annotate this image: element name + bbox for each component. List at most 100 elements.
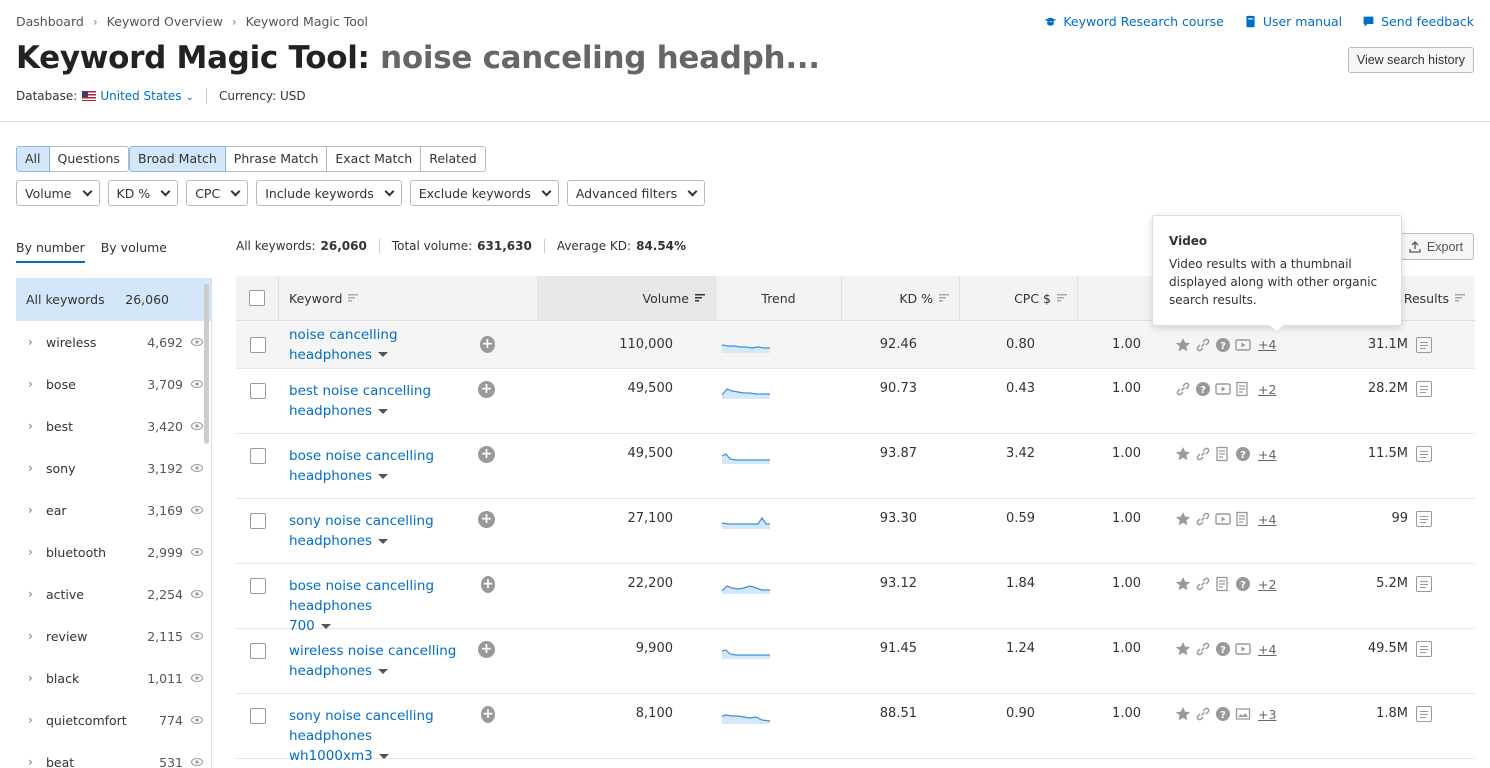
tab-phrase-match[interactable]: Phrase Match <box>224 146 328 172</box>
dropdown-caret-icon[interactable] <box>378 753 389 759</box>
link-icon[interactable] <box>1175 381 1191 397</box>
more-features-link[interactable]: +4 <box>1258 337 1276 352</box>
chevron-right-icon[interactable]: › <box>28 461 42 475</box>
chevron-right-icon[interactable]: › <box>28 713 42 727</box>
header-volume[interactable]: Volume <box>538 276 716 320</box>
user-manual-link[interactable]: User manual <box>1244 14 1342 29</box>
chevron-right-icon[interactable]: › <box>28 503 42 517</box>
header-kd[interactable]: KD % <box>842 276 960 320</box>
dropdown-caret-icon[interactable] <box>377 668 388 674</box>
breadcrumb-dashboard[interactable]: Dashboard <box>16 14 84 29</box>
database-selector[interactable]: United States ⌄ <box>100 89 194 103</box>
video-icon[interactable] <box>1235 337 1251 353</box>
keyword-link[interactable]: sony noise cancelling headphones wh1000xm… <box>289 708 434 764</box>
kd-filter[interactable]: KD % <box>107 180 179 206</box>
send-feedback-link[interactable]: Send feedback <box>1362 14 1474 29</box>
export-button[interactable]: Export <box>1398 233 1474 260</box>
question-icon[interactable]: ? <box>1215 706 1231 722</box>
star-icon[interactable] <box>1175 641 1191 657</box>
add-to-list-icon[interactable]: + <box>480 706 495 723</box>
video-icon[interactable] <box>1235 641 1251 657</box>
serp-snapshot-icon[interactable] <box>1416 446 1432 462</box>
star-icon[interactable] <box>1175 576 1191 592</box>
volume-filter[interactable]: Volume <box>16 180 100 206</box>
article-icon[interactable] <box>1235 381 1251 397</box>
eye-icon[interactable] <box>183 756 211 768</box>
group-all-keywords[interactable]: All keywords 26,060 <box>16 278 211 321</box>
header-cpc[interactable]: CPC $ <box>960 276 1078 320</box>
chevron-right-icon[interactable]: › <box>28 671 42 685</box>
eye-icon[interactable] <box>183 714 211 727</box>
video-icon[interactable] <box>1215 511 1231 527</box>
serp-snapshot-icon[interactable] <box>1416 381 1432 397</box>
group-item[interactable]: › quietcomfort 774 <box>16 699 211 741</box>
add-to-list-icon[interactable]: + <box>478 641 495 658</box>
cpc-filter[interactable]: CPC <box>186 180 249 206</box>
keyword-research-course-link[interactable]: Keyword Research course <box>1044 14 1224 29</box>
group-item[interactable]: › wireless 4,692 <box>16 321 211 363</box>
add-to-list-icon[interactable]: + <box>478 381 495 398</box>
eye-icon[interactable] <box>183 462 211 475</box>
chevron-right-icon[interactable]: › <box>28 545 42 559</box>
tab-all[interactable]: All <box>16 146 50 172</box>
eye-icon[interactable] <box>183 546 211 559</box>
group-item[interactable]: › ear 3,169 <box>16 489 211 531</box>
link-icon[interactable] <box>1195 511 1211 527</box>
eye-icon[interactable] <box>183 672 211 685</box>
tab-by-volume[interactable]: By volume <box>101 240 167 263</box>
chevron-right-icon[interactable]: › <box>28 629 42 643</box>
serp-snapshot-icon[interactable] <box>1416 576 1432 592</box>
serp-snapshot-icon[interactable] <box>1416 641 1432 657</box>
more-features-link[interactable]: +4 <box>1258 447 1276 462</box>
group-item[interactable]: › best 3,420 <box>16 405 211 447</box>
view-search-history-button[interactable]: View search history <box>1347 47 1474 73</box>
chevron-right-icon[interactable]: › <box>28 335 42 349</box>
advanced-filters[interactable]: Advanced filters <box>566 180 706 206</box>
link-icon[interactable] <box>1195 337 1211 353</box>
link-icon[interactable] <box>1195 641 1211 657</box>
more-features-link[interactable]: +2 <box>1258 382 1276 397</box>
dropdown-caret-icon[interactable] <box>377 408 388 414</box>
article-icon[interactable] <box>1215 576 1231 592</box>
keyword-link[interactable]: noise cancelling headphones <box>289 327 398 363</box>
eye-icon[interactable] <box>183 588 211 601</box>
group-item[interactable]: › review 2,115 <box>16 615 211 657</box>
chevron-right-icon[interactable]: › <box>28 755 42 768</box>
article-icon[interactable] <box>1235 511 1251 527</box>
tab-broad-match[interactable]: Broad Match <box>129 146 226 172</box>
exclude-keywords-filter[interactable]: Exclude keywords <box>409 180 559 206</box>
star-icon[interactable] <box>1175 706 1191 722</box>
image-icon[interactable] <box>1235 706 1251 722</box>
question-icon[interactable]: ? <box>1235 446 1251 462</box>
serp-snapshot-icon[interactable] <box>1416 511 1432 527</box>
keyword-link[interactable]: sony noise cancelling headphones <box>289 513 434 549</box>
question-icon[interactable]: ? <box>1215 641 1231 657</box>
star-icon[interactable] <box>1175 337 1191 353</box>
eye-icon[interactable] <box>183 630 211 643</box>
serp-snapshot-icon[interactable] <box>1416 706 1432 722</box>
dropdown-caret-icon[interactable] <box>320 623 331 629</box>
group-item[interactable]: › beat 531 <box>16 741 211 768</box>
breadcrumb-keyword-overview[interactable]: Keyword Overview <box>107 14 223 29</box>
more-features-link[interactable]: +4 <box>1258 642 1276 657</box>
group-item[interactable]: › black 1,011 <box>16 657 211 699</box>
more-features-link[interactable]: +3 <box>1258 707 1276 722</box>
chevron-right-icon[interactable]: › <box>28 419 42 433</box>
serp-snapshot-icon[interactable] <box>1416 336 1432 353</box>
select-all-checkbox[interactable] <box>249 290 265 306</box>
include-keywords-filter[interactable]: Include keywords <box>256 180 402 206</box>
tab-related[interactable]: Related <box>420 146 486 172</box>
group-item[interactable]: › active 2,254 <box>16 573 211 615</box>
star-icon[interactable] <box>1175 446 1191 462</box>
video-icon[interactable] <box>1215 381 1231 397</box>
add-to-list-icon[interactable]: + <box>478 511 495 528</box>
link-icon[interactable] <box>1195 576 1211 592</box>
add-to-list-icon[interactable]: + <box>478 446 495 463</box>
star-icon[interactable] <box>1175 511 1191 527</box>
tab-questions[interactable]: Questions <box>48 146 129 172</box>
chevron-right-icon[interactable]: › <box>28 587 42 601</box>
question-icon[interactable]: ? <box>1195 381 1211 397</box>
question-icon[interactable]: ? <box>1215 337 1231 353</box>
question-icon[interactable]: ? <box>1235 576 1251 592</box>
group-item[interactable]: › bluetooth 2,999 <box>16 531 211 573</box>
